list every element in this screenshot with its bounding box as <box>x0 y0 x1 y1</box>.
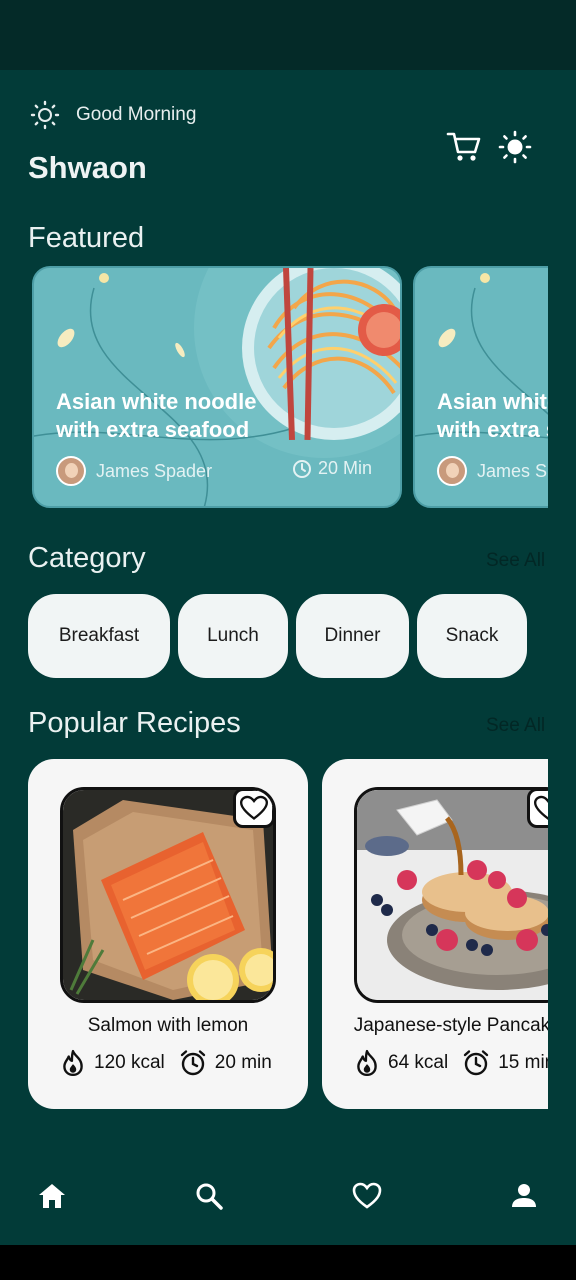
featured-card[interactable]: Asian white noodle with extra seafood Ja… <box>413 266 548 508</box>
avatar <box>56 456 86 486</box>
status-bar <box>0 0 576 70</box>
flame-icon <box>357 1049 377 1077</box>
bottom-navigation <box>0 1170 576 1220</box>
pancakes-image <box>354 787 548 1003</box>
recipe-card[interactable]: Japanese-style Pancakes 64 kcal 15 min <box>322 759 548 1109</box>
featured-card-title: Asian white noodle with extra seafood <box>56 389 257 442</box>
popular-title: Popular Recipes <box>28 707 241 739</box>
user-name: Shwaon <box>28 150 147 185</box>
popular-see-all[interactable]: See All <box>486 715 545 737</box>
clock-icon <box>293 459 311 478</box>
home-screen: Good Morning Shwaon Featured Asian white… <box>0 70 576 1245</box>
home-icon[interactable] <box>36 1180 68 1212</box>
sun-icon <box>30 100 60 130</box>
chip-snack[interactable]: Snack <box>417 594 527 678</box>
cart-icon[interactable] <box>446 130 482 164</box>
favorite-button[interactable] <box>233 790 273 828</box>
recipe-meta: 120 kcal 20 min <box>60 1049 272 1077</box>
category-chips: Breakfast Lunch Dinner Snack <box>28 594 535 678</box>
system-navigation-bar <box>0 1245 576 1280</box>
theme-toggle-icon[interactable] <box>498 130 532 164</box>
popular-recipes-list[interactable]: Salmon with lemon 120 kcal 20 min Japane… <box>28 759 548 1109</box>
avatar <box>437 456 467 486</box>
salmon-image <box>60 787 276 1003</box>
heart-icon[interactable] <box>351 1180 383 1212</box>
favorite-button[interactable] <box>527 790 548 828</box>
alarm-icon <box>464 1050 489 1076</box>
featured-card[interactable]: Asian white noodle with extra seafood Ja… <box>32 266 402 508</box>
recipe-name: Salmon with lemon <box>87 1015 249 1036</box>
category-see-all[interactable]: See All <box>486 550 545 572</box>
recipe-meta: 64 kcal 15 min <box>354 1049 548 1077</box>
featured-title: Featured <box>28 222 145 254</box>
heart-icon <box>534 795 548 820</box>
heart-icon <box>240 795 268 820</box>
category-title: Category <box>28 542 146 574</box>
greeting-text: Good Morning <box>76 104 197 125</box>
alarm-icon <box>180 1050 205 1076</box>
featured-card-author: James Spader <box>437 456 548 486</box>
search-icon[interactable] <box>193 1180 225 1212</box>
chip-breakfast[interactable]: Breakfast <box>28 594 170 678</box>
recipe-name: Japanese-style Pancakes <box>353 1015 548 1036</box>
featured-card-title: Asian white noodle with extra seafood <box>437 389 548 442</box>
flame-icon <box>63 1049 83 1077</box>
featured-card-author: James Spader <box>56 456 212 486</box>
featured-card-time: 20 Min <box>292 458 372 479</box>
chip-lunch[interactable]: Lunch <box>178 594 288 678</box>
greeting-row: Good Morning <box>30 100 196 130</box>
person-icon[interactable] <box>508 1180 540 1212</box>
recipe-card[interactable]: Salmon with lemon 120 kcal 20 min <box>28 759 308 1109</box>
chip-dinner[interactable]: Dinner <box>296 594 409 678</box>
featured-carousel[interactable]: Asian white noodle with extra seafood Ja… <box>32 266 548 510</box>
